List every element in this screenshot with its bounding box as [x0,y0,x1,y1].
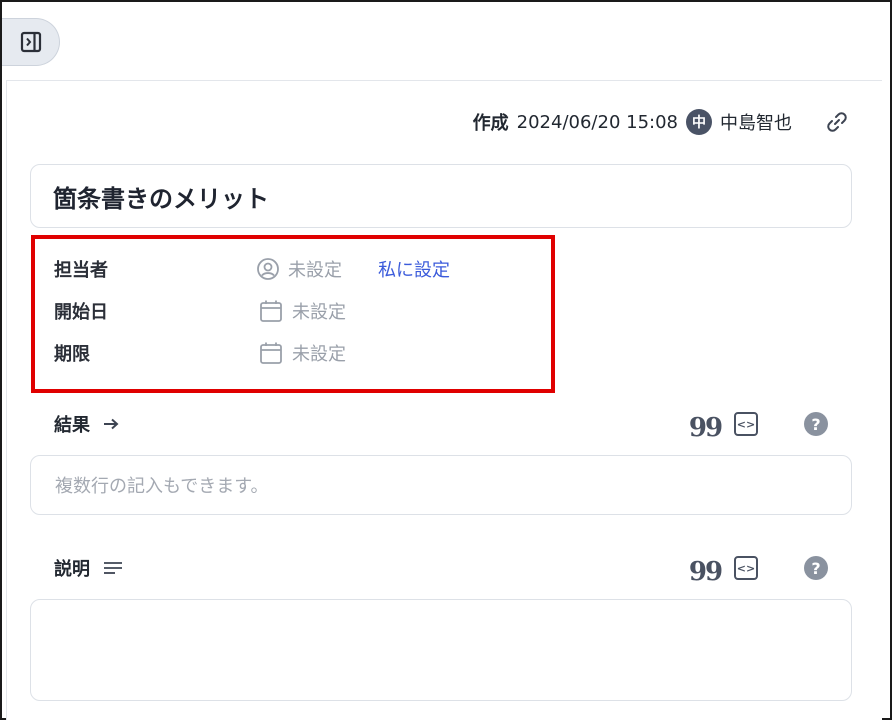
calendar-icon [260,300,282,322]
description-toolbar: 99 <> ? [689,542,828,594]
description-label: 説明 [54,559,90,580]
help-icon[interactable]: ? [804,556,828,580]
assignee-label: 担当者 [54,260,108,281]
copy-link-button[interactable] [824,109,850,135]
created-label: 作成 [472,113,509,134]
help-icon[interactable]: ? [804,412,828,436]
code-icon[interactable]: <> [734,556,758,580]
description-section-header: 説明 99 <> ? [30,542,852,594]
sidebar-toggle-icon [20,31,41,53]
code-icon[interactable]: <> [734,412,758,436]
due-date-value: 未設定 [292,344,346,365]
result-section-header: 結果 99 <> ? [30,398,852,450]
start-date-row: 開始日 未設定 [54,296,346,326]
window-frame: 作成 2024/06/20 15:08 中 中島智也 箇条書きのメリット 担当者… [0,0,892,720]
due-date-row: 期限 未設定 [54,338,346,368]
assignee-row: 担当者 未設定 私に設定 [54,254,450,284]
assignee-value: 未設定 [288,260,342,281]
result-input[interactable]: 複数行の記入もできます。 [30,455,852,515]
assignee-picker[interactable]: 未設定 [256,256,342,282]
due-date-picker[interactable]: 未設定 [256,340,346,366]
quote-icon[interactable]: 99 [689,407,723,441]
person-circle-icon [257,258,279,280]
due-date-label: 期限 [54,344,90,365]
task-title-input[interactable]: 箇条書きのメリット [30,164,852,228]
start-date-value: 未設定 [292,302,346,323]
created-meta: 作成 2024/06/20 15:08 中 中島智也 [473,106,850,138]
arrow-right-icon [102,416,120,432]
link-icon [827,112,847,132]
start-date-picker[interactable]: 未設定 [256,298,346,324]
start-date-label: 開始日 [54,302,108,323]
avatar: 中 [686,109,712,135]
result-toolbar: 99 <> ? [689,398,828,450]
description-input[interactable] [30,599,852,701]
created-timestamp: 2024/06/20 15:08 [516,111,678,133]
sidebar-toggle-button[interactable] [2,18,60,66]
assign-to-me-link[interactable]: 私に設定 [378,256,450,282]
result-label: 結果 [54,415,90,436]
quote-icon[interactable]: 99 [689,551,723,585]
calendar-icon [260,342,282,364]
text-lines-icon [102,560,124,576]
author-name: 中島智也 [720,113,792,134]
